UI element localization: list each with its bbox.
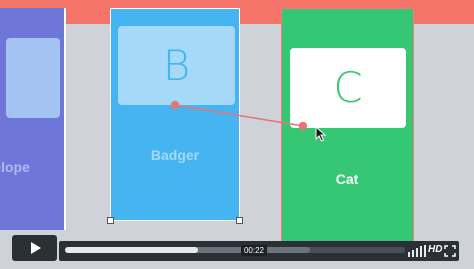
video-player-controls: 00:22 HD xyxy=(7,231,461,261)
connector-start-dot[interactable] xyxy=(170,100,180,110)
play-icon xyxy=(30,242,41,254)
hd-toggle[interactable]: HD xyxy=(428,244,442,255)
time-tooltip: 00:22 xyxy=(241,245,267,256)
connector-overlay xyxy=(170,100,327,142)
fullscreen-icon[interactable] xyxy=(444,245,456,257)
progress-track[interactable] xyxy=(65,247,405,253)
arrow-cursor-icon xyxy=(315,125,327,142)
connector-end-dot[interactable] xyxy=(298,121,308,131)
player-bar: 00:22 HD xyxy=(59,241,459,261)
volume-bars-icon[interactable] xyxy=(408,245,426,257)
progress-played xyxy=(65,247,198,253)
connector-line xyxy=(174,104,304,127)
play-button[interactable] xyxy=(12,235,57,261)
